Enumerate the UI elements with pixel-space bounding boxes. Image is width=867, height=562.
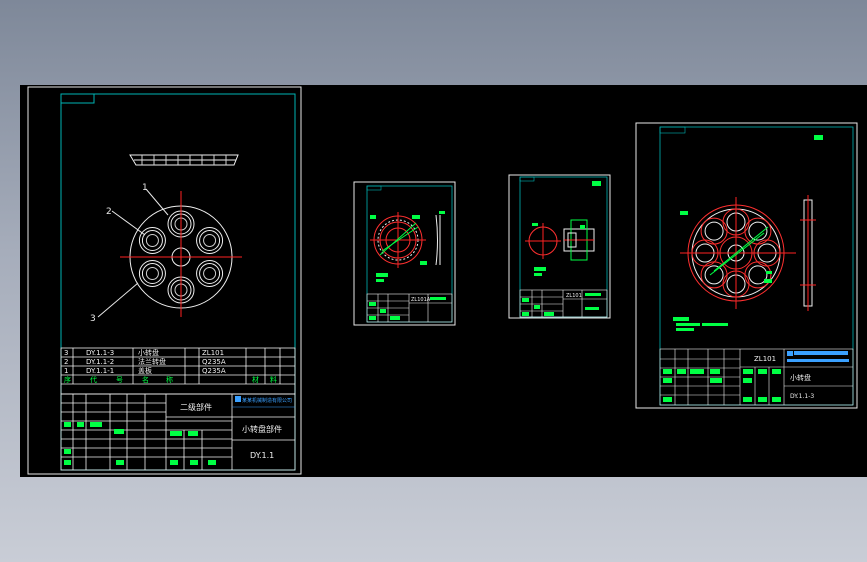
sheet-part-4: ZL101 小转盘 DY.1.1-3: [635, 122, 858, 409]
bolt-hole: [138, 260, 166, 287]
svg-text:法兰转盘: 法兰转盘: [138, 357, 166, 366]
svg-text:盖板: 盖板: [138, 366, 152, 375]
disc-side-view: [800, 195, 816, 311]
svg-text:DY.1.1-2: DY.1.1-2: [86, 358, 114, 366]
disc-plan-view: [680, 197, 796, 309]
sheet4-material: ZL101: [754, 355, 776, 363]
disc-hole: [704, 265, 724, 285]
sheet2-material: ZL101A: [411, 297, 431, 303]
svg-text:Q235A: Q235A: [202, 367, 226, 375]
svg-text:Q235A: Q235A: [202, 358, 226, 366]
svg-text:料: 料: [270, 375, 277, 384]
sheet3-material: ZL101: [566, 293, 582, 299]
assembly-side-view: [129, 154, 239, 166]
svg-text:序: 序: [64, 375, 71, 384]
company-logo-icon: [235, 396, 241, 402]
sheet-part-2: ZL101A: [353, 181, 456, 326]
company-logo-icon-4: [787, 351, 793, 356]
bom-header: 序 代 号 名 称 材 料: [64, 375, 277, 384]
assembly-plan-view: [120, 191, 242, 317]
bolt-hole: [196, 260, 224, 287]
svg-text:小转盘: 小转盘: [138, 348, 159, 357]
drawing-name-1: 小转盘部件: [242, 424, 282, 434]
svg-text:DY.1.1-3: DY.1.1-3: [86, 349, 114, 357]
svg-text:2: 2: [64, 358, 68, 366]
drawing-canvas: 1 2 3 3 DY.1.1-3 小转盘 ZL101 2 DY.1.1-2 法兰…: [27, 86, 858, 475]
sheet-part-3: ZL101: [508, 174, 611, 319]
svg-text:名: 名: [142, 375, 149, 384]
svg-text:材: 材: [252, 375, 259, 384]
bolt-hole: [196, 227, 224, 254]
balloon-2: 2: [106, 207, 112, 217]
disc-hole: [704, 221, 724, 241]
assembly-label: 二级部件: [180, 402, 212, 412]
svg-text:代: 代: [90, 375, 97, 384]
company-name: 某某机械制造有限公司: [242, 397, 292, 404]
bom-rows: 3 DY.1.1-3 小转盘 ZL101 2 DY.1.1-2 法兰转盘 Q23…: [64, 348, 226, 375]
cad-model-space[interactable]: 1 2 3 3 DY.1.1-3 小转盘 ZL101 2 DY.1.1-2 法兰…: [20, 85, 867, 477]
svg-text:称: 称: [166, 375, 173, 384]
balloon-3: 3: [90, 314, 96, 324]
sheet4-drawing-number: DY.1.1-3: [790, 393, 814, 400]
svg-text:ZL101: ZL101: [202, 349, 224, 357]
bolt-hole: [138, 227, 166, 254]
title-block-1-marks: [64, 422, 216, 465]
balloon-1: 1: [142, 183, 148, 193]
sheet-assembly: 1 2 3 3 DY.1.1-3 小转盘 ZL101 2 DY.1.1-2 法兰…: [27, 86, 302, 475]
drawing-number-1: DY.1.1: [250, 451, 274, 460]
svg-text:1: 1: [64, 367, 68, 375]
sheet4-part-name: 小转盘: [790, 373, 811, 382]
svg-text:号: 号: [116, 376, 123, 384]
svg-text:3: 3: [64, 349, 68, 357]
svg-text:DY.1.1-1: DY.1.1-1: [86, 367, 114, 375]
